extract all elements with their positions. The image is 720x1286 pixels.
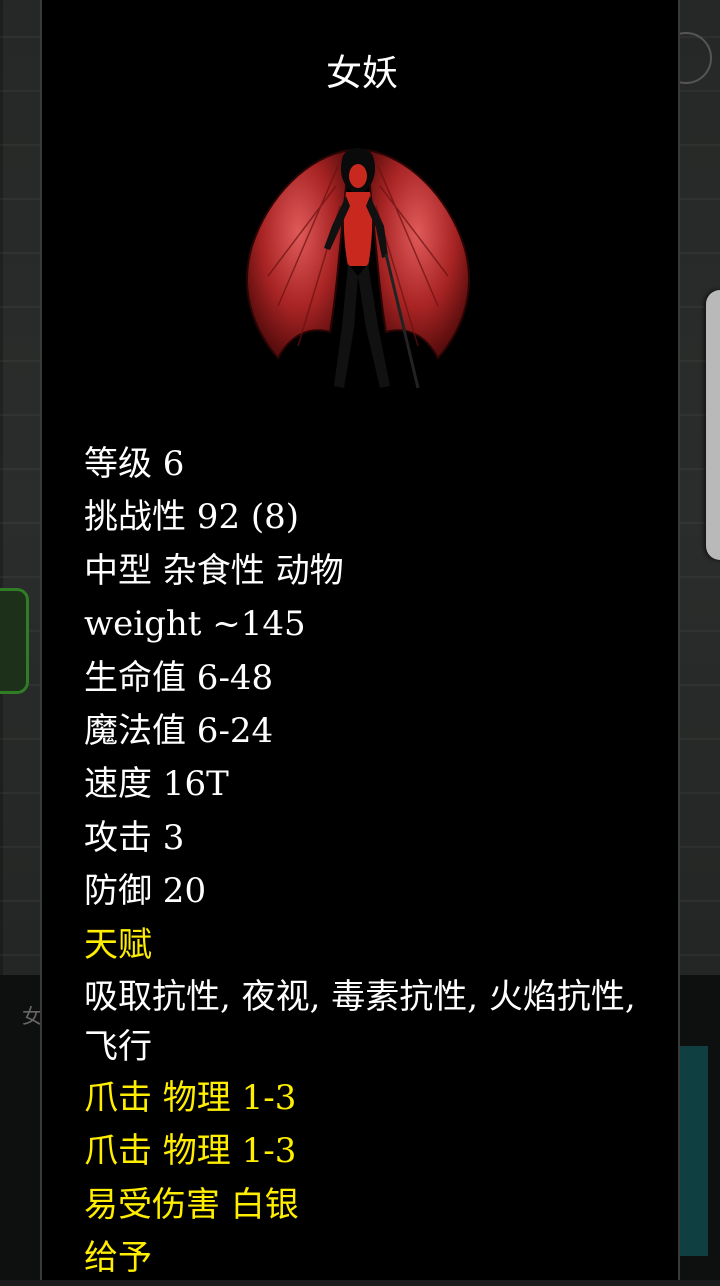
- succubus-portrait-image: [246, 148, 470, 389]
- talents-list: 吸取抗性, 夜视, 毒素抗性, 火焰抗性, 飞行: [84, 977, 636, 1068]
- hp-stat: 生命值 6-48: [84, 657, 274, 698]
- monster-name-title: 女妖: [325, 53, 398, 94]
- weight-stat: weight ~145: [84, 604, 306, 645]
- size-diet-type: 中型 杂食性 动物: [84, 550, 344, 591]
- background-green-button: [0, 588, 29, 694]
- grants-header: 给予: [84, 1238, 152, 1279]
- level-stat: 等级 6: [84, 444, 185, 484]
- talents-header: 天赋: [84, 924, 152, 965]
- attack-claw-1: 爪击 物理 1-3: [84, 1078, 297, 1119]
- speed-stat: 速度 16T: [84, 764, 229, 805]
- vulnerability-stat: 易受伤害 白银: [84, 1184, 299, 1225]
- challenge-stat: 挑战性 92 (8): [84, 497, 300, 538]
- background-text-fragment: 女: [22, 1004, 42, 1028]
- mp-stat: 魔法值 6-24: [84, 711, 274, 752]
- monster-stats-list: 等级 6 挑战性 92 (8) 中型 杂食性 动物 weight ~145 生命…: [84, 438, 644, 1286]
- background-teal-panel: [676, 1046, 708, 1256]
- monster-info-dialog[interactable]: 女妖 等级 6 挑战性 92 (8) 中型 杂食性 动物 weight ~145…: [40, 0, 680, 1280]
- defense-stat: 防御 20: [84, 871, 207, 912]
- attack-claw-2: 爪击 物理 1-3: [84, 1131, 297, 1172]
- attack-stat: 攻击 3: [84, 817, 185, 858]
- side-drawer-handle[interactable]: [706, 290, 720, 560]
